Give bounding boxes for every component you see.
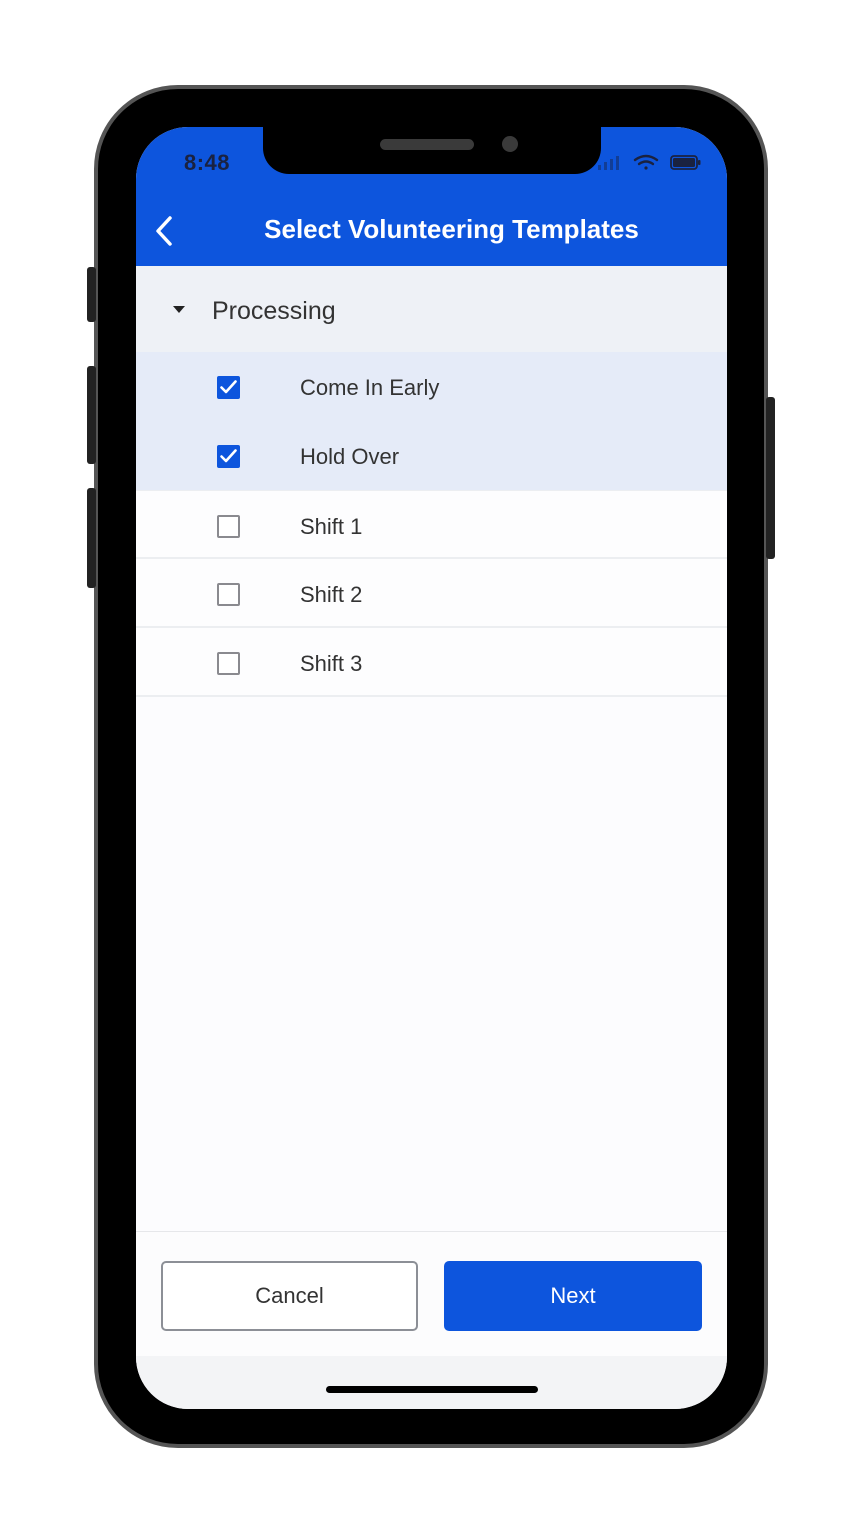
item-label: Shift 1 bbox=[300, 514, 363, 539]
page-title: Select Volunteering Templates bbox=[264, 214, 639, 244]
checkmark-icon bbox=[220, 380, 237, 394]
list-item-come-in-early[interactable]: Come In Early bbox=[136, 352, 727, 421]
item-label: Shift 2 bbox=[300, 582, 363, 607]
home-indicator bbox=[326, 1386, 538, 1393]
app-header: 8:48 Select Volunteering Templates bbox=[136, 127, 727, 266]
list-item-shift-2[interactable]: Shift 2 bbox=[136, 559, 727, 628]
checkbox-checked[interactable] bbox=[217, 445, 240, 468]
list-item-shift-1[interactable]: Shift 1 bbox=[136, 490, 727, 559]
list-item-hold-over[interactable]: Hold Over bbox=[136, 421, 727, 490]
chevron-left-icon bbox=[156, 216, 172, 246]
caret-down-icon bbox=[173, 306, 185, 313]
group-header-processing[interactable]: Processing bbox=[136, 266, 727, 352]
template-list: Come In Early Hold Over Shift 1 Shift 2 … bbox=[136, 352, 727, 697]
power-button bbox=[766, 397, 775, 559]
item-label: Hold Over bbox=[300, 444, 400, 469]
checkbox-unchecked[interactable] bbox=[217, 583, 240, 606]
cancel-button[interactable]: Cancel bbox=[161, 1261, 418, 1331]
signal-icon bbox=[598, 156, 619, 170]
screen: 8:48 Select Volunteering Templates Proce… bbox=[136, 127, 727, 1409]
list-item-shift-3[interactable]: Shift 3 bbox=[136, 628, 727, 697]
checkbox-unchecked[interactable] bbox=[217, 515, 240, 538]
checkbox-checked[interactable] bbox=[217, 376, 240, 399]
item-label: Shift 3 bbox=[300, 651, 363, 676]
checkbox-unchecked[interactable] bbox=[217, 652, 240, 675]
status-icons bbox=[598, 154, 701, 170]
wifi-icon bbox=[633, 154, 659, 170]
battery-icon bbox=[670, 155, 701, 170]
speaker-grille bbox=[380, 139, 474, 150]
mute-switch bbox=[87, 267, 96, 322]
group-label: Processing bbox=[212, 297, 336, 325]
next-button[interactable]: Next bbox=[444, 1261, 702, 1331]
back-button[interactable] bbox=[146, 211, 182, 251]
footer-button-bar: Cancel Next bbox=[136, 1232, 727, 1356]
action-footer: Cancel Next bbox=[136, 1231, 727, 1409]
item-label: Come In Early bbox=[300, 375, 440, 400]
volume-up-button bbox=[87, 366, 96, 464]
status-time: 8:48 bbox=[184, 150, 231, 175]
notch bbox=[263, 127, 601, 174]
volume-down-button bbox=[87, 488, 96, 588]
front-camera bbox=[502, 136, 518, 152]
checkmark-icon bbox=[220, 449, 237, 463]
